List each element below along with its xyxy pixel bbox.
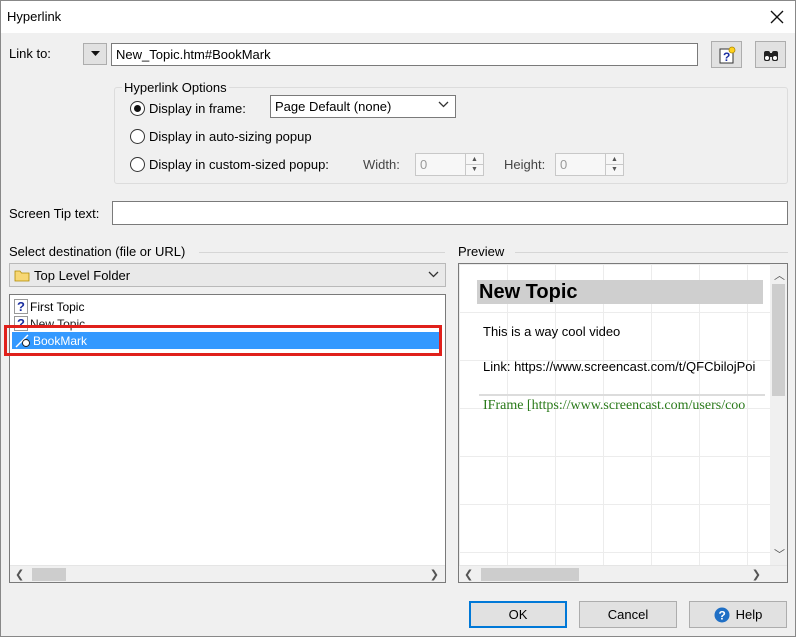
title-bar: Hyperlink (1, 1, 795, 33)
frame-select[interactable]: Page Default (none) (270, 95, 456, 118)
help-icon: ? (714, 607, 730, 622)
window-title: Hyperlink (7, 9, 62, 24)
scroll-left-icon[interactable]: ❮ (15, 568, 24, 581)
list-item-first-topic[interactable]: ? First Topic (14, 298, 84, 315)
destination-separator (199, 252, 445, 253)
preview-heading: New Topic (479, 281, 578, 303)
binoculars-icon (763, 50, 778, 61)
custom-sized-popup-label: Display in custom-sized popup: (149, 157, 329, 172)
list-horizontal-scrollbar[interactable]: ❮ ❯ (10, 565, 445, 582)
width-spinner[interactable]: 0 ▲ ▼ (415, 153, 484, 176)
highlight-box (4, 325, 442, 356)
preview-scroll-thumb-h[interactable] (481, 568, 579, 581)
hyperlink-options-label: Hyperlink Options (122, 80, 229, 95)
new-topic-button[interactable]: ? (711, 41, 742, 68)
destination-label: Select destination (file or URL) (9, 244, 186, 259)
screen-tip-label: Screen Tip text: (9, 206, 100, 221)
auto-sizing-popup-label: Display in auto-sizing popup (149, 129, 312, 144)
height-spinner[interactable]: 0 ▲ ▼ (555, 153, 624, 176)
scroll-down-icon[interactable]: ﹀ (774, 546, 785, 562)
new-topic-icon: ? (719, 46, 735, 64)
folder-icon (14, 270, 30, 282)
preview-separator (515, 252, 788, 253)
svg-text:?: ? (718, 608, 725, 622)
link-to-label: Link to: (9, 46, 51, 61)
custom-sized-popup-radio[interactable] (130, 157, 145, 172)
scroll-right-icon[interactable]: ❯ (752, 568, 761, 581)
chevron-down-icon (438, 101, 449, 108)
height-label: Height: (504, 157, 546, 172)
caret-down-icon (90, 51, 100, 56)
scroll-up-icon[interactable]: ︿ (774, 267, 785, 283)
link-to-input[interactable]: New_Topic.htm#BookMark (111, 43, 698, 66)
display-in-frame-label: Display in frame: (149, 101, 246, 116)
preview-horizontal-scrollbar[interactable]: ❮ ❯ (459, 565, 787, 582)
preview-heading-bar: New Topic (477, 280, 763, 304)
close-icon (770, 10, 784, 24)
preview-iframe-text: IFrame [https://www.screencast.com/users… (483, 398, 746, 413)
preview-pane: New Topic This is a way cool video Link:… (458, 263, 788, 583)
ok-button[interactable]: OK (469, 601, 567, 628)
display-in-frame-radio[interactable] (130, 101, 145, 116)
scroll-right-icon[interactable]: ❯ (430, 568, 439, 581)
width-label: Width: (363, 157, 400, 172)
cancel-button[interactable]: Cancel (579, 601, 677, 628)
close-button[interactable] (765, 5, 789, 29)
preview-line-2: Link: https://www.screencast.com/t/QFCbi… (483, 359, 756, 374)
link-type-dropdown-button[interactable] (83, 43, 107, 65)
spin-down-icon[interactable]: ▼ (605, 164, 623, 175)
help-button[interactable]: ? Help (689, 601, 787, 628)
screen-tip-input[interactable] (112, 201, 788, 225)
svg-text:?: ? (723, 50, 730, 64)
preview-scroll-thumb-v[interactable] (772, 284, 785, 396)
spin-down-icon[interactable]: ▼ (465, 164, 483, 175)
preview-label: Preview (458, 244, 505, 259)
scroll-left-icon[interactable]: ❮ (464, 568, 473, 581)
folder-select[interactable]: Top Level Folder (9, 263, 446, 287)
preview-vertical-scrollbar[interactable]: ︿ ﹀ (770, 264, 787, 565)
auto-sizing-popup-radio[interactable] (130, 129, 145, 144)
list-scroll-thumb[interactable] (32, 568, 66, 581)
chevron-down-icon (428, 271, 439, 278)
hyperlink-dialog: Hyperlink Link to: New_Topic.htm#BookMar… (0, 0, 796, 637)
topic-icon: ? (14, 299, 28, 314)
preview-line-1: This is a way cool video (483, 324, 621, 339)
browse-button[interactable] (755, 41, 786, 68)
